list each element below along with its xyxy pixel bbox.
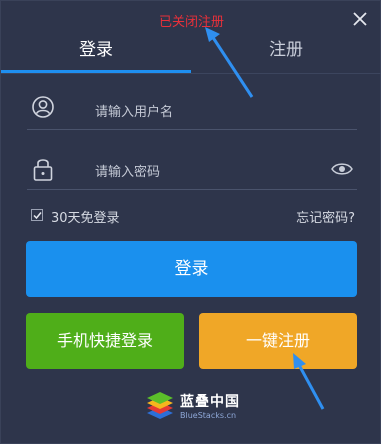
eye-icon[interactable] <box>331 161 353 177</box>
user-icon <box>31 95 55 121</box>
active-tab-indicator <box>1 70 191 73</box>
username-input[interactable]: 请输入用户名 <box>95 101 173 120</box>
brand-domain: BlueStacks.cn <box>180 411 237 420</box>
close-icon[interactable] <box>350 9 370 29</box>
tab-login-label: 登录 <box>79 40 113 60</box>
password-field[interactable]: 请输入密码 <box>27 149 357 190</box>
bluestacks-logo: 蓝叠中国 BlueStacks.cn <box>144 387 244 427</box>
remember-label: 30天免登录 <box>51 211 120 226</box>
lock-icon <box>31 155 55 181</box>
remember-checkbox[interactable] <box>31 209 43 221</box>
one-click-register-button[interactable]: 一键注册 <box>199 313 357 369</box>
tab-register-label: 注册 <box>269 40 303 60</box>
bluestacks-logo-icon <box>144 391 176 421</box>
status-message: 已关闭注册 <box>158 15 224 30</box>
username-field[interactable]: 请输入用户名 <box>27 89 357 130</box>
check-icon <box>33 212 42 220</box>
brand-name: 蓝叠中国 <box>180 394 240 410</box>
forgot-password-link[interactable]: 忘记密码? <box>296 207 355 226</box>
tab-bar: 登录 注册 <box>1 35 381 74</box>
phone-login-button[interactable]: 手机快捷登录 <box>26 313 184 369</box>
password-input[interactable]: 请输入密码 <box>95 161 160 180</box>
login-dialog: 已关闭注册 登录 注册 请输入用户名 请输入密码 30天免登录 忘记密码? 登录… <box>0 0 381 444</box>
login-button[interactable]: 登录 <box>26 241 357 297</box>
tab-login[interactable]: 登录 <box>1 35 191 73</box>
tab-register[interactable]: 注册 <box>191 35 381 71</box>
